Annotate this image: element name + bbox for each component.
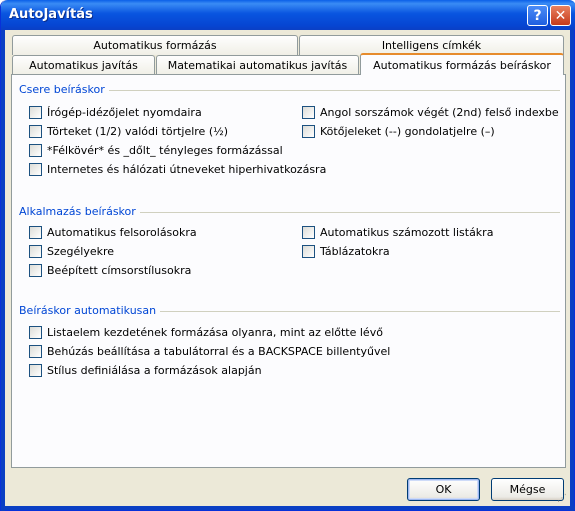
group-title-auto: Beíráskor automatikusan [19, 304, 161, 317]
checkbox-label: Törteket (1/2) valódi törtjelre (½) [47, 124, 229, 138]
tab-label: Automatikus formázás beíráskor [373, 58, 551, 72]
checkbox-bold-italic[interactable]: *Félkövér* és _dőlt_ tényleges formázáss… [29, 142, 283, 158]
cancel-button[interactable]: Mégse [491, 478, 564, 501]
window-title: AutoJavítás [9, 7, 93, 22]
checkbox-auto-bullets[interactable]: Automatikus felsorolásokra [29, 224, 197, 240]
checkbox-label: Táblázatokra [320, 244, 390, 258]
ok-button[interactable]: OK [407, 478, 480, 501]
checkbox-box[interactable] [302, 244, 315, 258]
cancel-button-label: Mégse [509, 483, 546, 496]
checkbox-box[interactable] [29, 344, 42, 358]
checkbox-label: Automatikus felsorolásokra [47, 225, 197, 239]
window-frame-bottom [1, 506, 575, 510]
checkbox-label: Internetes és hálózati útneveket hiperhi… [47, 162, 327, 176]
checkbox-box[interactable] [29, 363, 42, 377]
checkbox-box[interactable] [29, 263, 42, 277]
checkbox-box[interactable] [29, 124, 42, 138]
checkbox-label: Írógép-idézőjelet nyomdaira [47, 105, 202, 119]
resize-grip-icon[interactable]: ⋰ [557, 493, 569, 505]
checkbox-box[interactable] [29, 143, 42, 157]
group-title-apply: Alkalmazás beíráskor [19, 205, 140, 218]
tab-math-autocorrect[interactable]: Matematikai automatikus javítás [156, 55, 359, 75]
tab-autoformat-as-you-type[interactable]: Automatikus formázás beíráskor [360, 53, 564, 75]
ok-button-label: OK [435, 483, 452, 496]
checkbox-heading-styles[interactable]: Beépített címsorstílusokra [29, 262, 191, 278]
checkbox-label: Listaelem kezdetének formázása olyanra, … [47, 325, 383, 339]
checkbox-hyperlinks[interactable]: Internetes és hálózati útneveket hiperhi… [29, 161, 326, 177]
group-title-replace: Csere beíráskor [19, 83, 109, 96]
checkbox-label: Stílus definiálása a formázások alapján [47, 363, 262, 377]
window-frame-left [1, 30, 5, 511]
checkbox-tables[interactable]: Táblázatokra [302, 243, 390, 259]
checkbox-label: Automatikus számozott listákra [320, 225, 494, 239]
tab-label: Automatikus javítás [29, 59, 138, 72]
window-frame-right [570, 30, 574, 511]
checkbox-numbered-lists[interactable]: Automatikus számozott listákra [302, 224, 493, 240]
checkbox-box[interactable] [29, 162, 42, 176]
checkbox-smart-quotes[interactable]: Írógép-idézőjelet nyomdaira [29, 104, 202, 120]
checkbox-box[interactable] [29, 225, 42, 239]
checkbox-label: Kötőjeleket (--) gondolatjelre (–) [320, 124, 495, 138]
checkbox-box[interactable] [29, 325, 42, 339]
close-button[interactable]: ✕ [550, 5, 571, 26]
tab-panel: Csere beíráskor Írógép-idézőjelet nyomda… [11, 74, 566, 468]
checkbox-indent-tab[interactable]: Behúzás beállítása a tabulátorral és a B… [29, 343, 390, 359]
checkbox-box[interactable] [302, 225, 315, 239]
checkbox-box[interactable] [302, 124, 315, 138]
tab-autocorrect[interactable]: Automatikus javítás [12, 55, 155, 75]
checkbox-label: Behúzás beállítása a tabulátorral és a B… [47, 344, 391, 358]
tab-label: Intelligens címkék [381, 39, 482, 52]
checkbox-label: Angol sorszámok végét (2nd) felső indexb… [320, 105, 559, 119]
checkbox-define-styles[interactable]: Stílus definiálása a formázások alapján [29, 362, 262, 378]
checkbox-label: *Félkövér* és _dőlt_ tényleges formázáss… [47, 143, 283, 157]
help-icon: ? [533, 7, 542, 24]
help-button[interactable]: ? [527, 5, 548, 26]
checkbox-box[interactable] [29, 244, 42, 258]
checkbox-dashes[interactable]: Kötőjeleket (--) gondolatjelre (–) [302, 123, 495, 139]
checkbox-list-item-format[interactable]: Listaelem kezdetének formázása olyanra, … [29, 324, 383, 340]
checkbox-fractions[interactable]: Törteket (1/2) valódi törtjelre (½) [29, 123, 228, 139]
checkbox-ordinals[interactable]: Angol sorszámok végét (2nd) felső indexb… [302, 104, 559, 120]
tab-smart-tags[interactable]: Intelligens címkék [299, 35, 564, 55]
checkbox-box[interactable] [29, 105, 42, 119]
tab-label: Automatikus formázás [93, 39, 217, 52]
tab-label: Matematikai automatikus javítás [167, 59, 348, 72]
checkbox-label: Beépített címsorstílusokra [47, 263, 192, 277]
checkbox-borders[interactable]: Szegélyekre [29, 243, 114, 259]
checkbox-label: Szegélyekre [47, 244, 115, 258]
checkbox-box[interactable] [302, 105, 315, 119]
autocorrect-dialog: AutoJavítás ? ✕ Automatikus formázás Int… [0, 0, 575, 511]
close-icon: ✕ [554, 7, 567, 24]
title-bar[interactable]: AutoJavítás ? ✕ [1, 0, 575, 30]
tab-autoformat[interactable]: Automatikus formázás [12, 35, 298, 55]
